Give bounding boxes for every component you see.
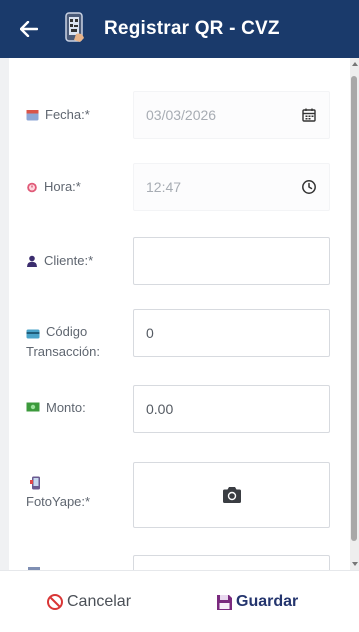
save-label: Guardar [236, 593, 299, 610]
money-icon [26, 402, 40, 412]
fecha-field[interactable]: 03/03/2026 [133, 91, 330, 139]
monto-input[interactable]: 0.00 [133, 385, 330, 433]
cliente-label: Cliente:* [26, 251, 93, 271]
phone-qr-icon [65, 12, 84, 42]
codigo-label-text: Código Transacción: [26, 322, 100, 362]
fecha-label-text: Fecha:* [45, 107, 90, 122]
save-button[interactable]: Guardar [216, 593, 298, 611]
scrollbar[interactable] [350, 58, 359, 570]
codigo-input[interactable]: 0 [133, 309, 330, 357]
cancel-label: Cancelar [67, 593, 132, 610]
monto-label-text: Monto: [46, 400, 86, 415]
clock-icon[interactable] [301, 179, 317, 195]
app-header: Registrar QR - CVZ [0, 0, 359, 58]
alarm-clock-small-icon [27, 182, 37, 193]
fecha-value: 03/03/2026 [146, 107, 217, 123]
scroll-down-icon[interactable] [352, 562, 358, 566]
foto-label-text: FotoYape:* [26, 494, 91, 509]
cliente-label-text: Cliente:* [44, 253, 94, 268]
footer-bar: Cancelar Guardar [0, 570, 359, 632]
foto-upload[interactable] [133, 462, 330, 528]
next-field[interactable] [133, 555, 330, 570]
codigo-value: 0 [146, 325, 154, 341]
calendar-small-icon [26, 110, 39, 121]
hora-label: Hora:* [26, 177, 81, 197]
cancel-button[interactable]: Cancelar [46, 593, 131, 611]
form-panel: Fecha:* 03/03/2026 Hora:* 12:47 Cliente:… [9, 58, 350, 570]
scroll-up-icon[interactable] [352, 62, 358, 66]
floppy-disk-icon [217, 594, 232, 610]
fecha-label: Fecha:* [26, 105, 90, 125]
monto-value: 0.00 [146, 401, 174, 417]
person-icon [27, 255, 37, 267]
arrow-left-icon [20, 21, 38, 37]
cliente-input[interactable] [133, 237, 330, 285]
hora-field[interactable]: 12:47 [133, 163, 330, 211]
hora-label-text: Hora:* [44, 179, 81, 194]
codigo-label-line1: Código [46, 324, 88, 339]
camera-icon[interactable] [221, 486, 243, 504]
credit-card-icon [26, 329, 40, 339]
monto-label: Monto: [26, 398, 86, 418]
scroll-thumb[interactable] [351, 76, 357, 541]
codigo-label-line2: Transacción: [26, 344, 100, 359]
hora-value: 12:47 [146, 179, 182, 195]
page-title: Registrar QR - CVZ [104, 18, 280, 39]
calendar-icon[interactable] [301, 107, 317, 123]
codigo-label: Código Transacción: [26, 322, 100, 362]
back-button[interactable] [14, 14, 44, 44]
foto-label: FotoYape:* [26, 476, 90, 512]
phone-small-icon [30, 476, 40, 490]
ban-icon [47, 594, 63, 610]
